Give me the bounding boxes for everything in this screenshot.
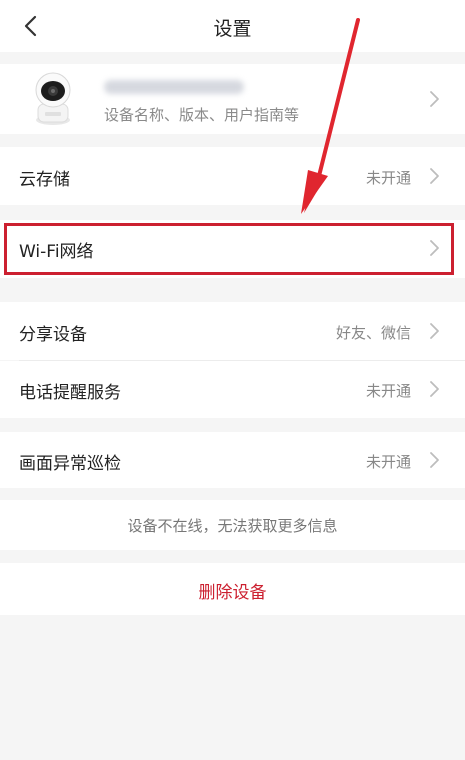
cloud-storage-row[interactable]: 云存储 未开通	[0, 147, 465, 205]
highlight-box	[4, 223, 454, 275]
phone-reminder-value: 未开通	[365, 382, 411, 400]
chevron-right-icon	[430, 452, 439, 468]
phone-reminder-label: 电话提醒服务	[19, 383, 121, 403]
chevron-right-icon	[430, 91, 439, 107]
image-patrol-label: 画面异常巡检	[19, 454, 121, 474]
device-name-redacted	[104, 80, 244, 94]
phone-reminder-row[interactable]: 电话提醒服务 未开通	[0, 361, 465, 418]
chevron-right-icon	[430, 381, 439, 397]
image-patrol-row[interactable]: 画面异常巡检 未开通	[0, 432, 465, 488]
share-device-row[interactable]: 分享设备 好友、微信	[0, 302, 465, 360]
offline-info-row: 设备不在线，无法获取更多信息	[0, 500, 465, 550]
image-patrol-value: 未开通	[365, 453, 411, 471]
delete-device-button[interactable]: 删除设备	[0, 563, 465, 615]
device-subtitle: 设备名称、版本、用户指南等	[104, 106, 300, 124]
page-title: 设置	[213, 18, 252, 40]
delete-device-label: 删除设备	[198, 583, 267, 603]
offline-info-text: 设备不在线，无法获取更多信息	[127, 517, 338, 535]
device-info-row[interactable]: 设备名称、版本、用户指南等	[0, 64, 465, 134]
chevron-right-icon	[430, 168, 439, 184]
cloud-storage-value: 未开通	[365, 169, 411, 187]
camera-device-image	[35, 72, 71, 125]
share-device-value: 好友、微信	[335, 324, 411, 342]
cloud-storage-label: 云存储	[19, 170, 70, 190]
share-device-label: 分享设备	[19, 325, 87, 345]
top-bar: 设置	[0, 0, 465, 52]
chevron-right-icon	[430, 323, 439, 339]
